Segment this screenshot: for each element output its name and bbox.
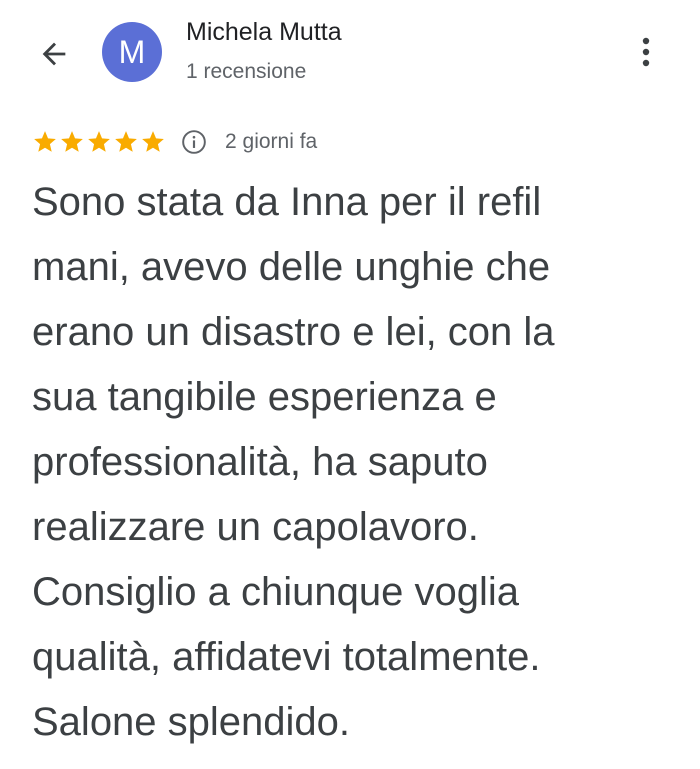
more-vert-icon [642, 37, 650, 67]
more-options-button[interactable] [628, 30, 664, 74]
review-text: Sono stata da Inna per il refil mani, av… [32, 180, 555, 744]
reviewer-name[interactable]: Michela Mutta [186, 18, 342, 47]
star-icon [142, 131, 164, 152]
review-header: M Michela Mutta 1 recensione [0, 0, 700, 110]
review-meta: 2 giorni fa [32, 124, 317, 160]
star-icon [88, 131, 110, 152]
review-count: 1 recensione [186, 60, 307, 83]
star-rating [32, 129, 167, 155]
review-time: 2 giorni fa [225, 130, 318, 153]
info-icon[interactable] [181, 129, 207, 155]
avatar-letter: M [118, 33, 146, 70]
arrow-left-icon [42, 42, 66, 66]
star-icon [34, 131, 56, 152]
star-icon [61, 131, 83, 152]
back-button[interactable] [34, 34, 74, 74]
star-icon [115, 131, 137, 152]
avatar[interactable]: M [102, 22, 162, 82]
